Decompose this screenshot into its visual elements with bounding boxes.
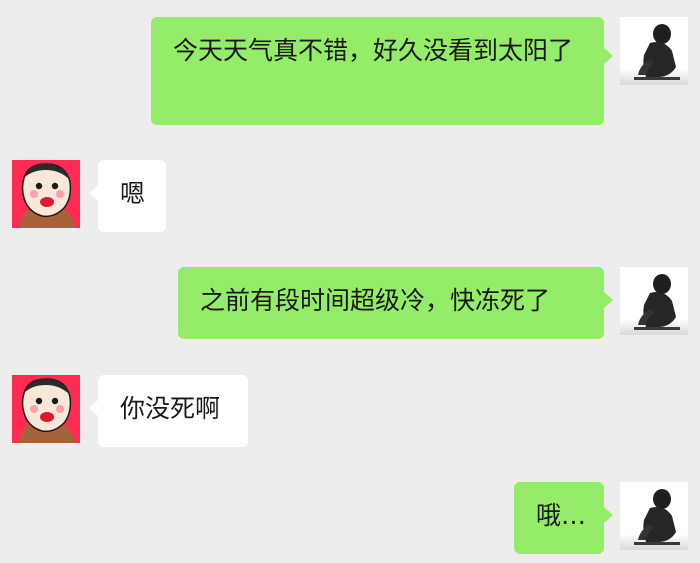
friend-avatar[interactable] <box>12 160 80 228</box>
message-bubble[interactable]: 今天天气真不错，好久没看到太阳了 <box>151 17 604 125</box>
message-text: 哦… <box>536 501 587 530</box>
bubble-tail <box>603 47 613 65</box>
silhouette-avatar-icon <box>620 17 688 85</box>
message-bubble[interactable]: 哦… <box>514 482 604 554</box>
cartoon-face-avatar-icon <box>12 375 80 443</box>
message-row-received: 你没死啊 <box>0 375 700 447</box>
my-avatar[interactable] <box>620 267 688 335</box>
message-row-sent: 今天天气真不错，好久没看到太阳了 <box>0 17 700 127</box>
message-row-sent: 哦… <box>0 482 700 554</box>
chat-area: 今天天气真不错，好久没看到太阳了 嗯 之前有段时间超级冷，快冻死了 你没死啊 哦… <box>0 0 700 563</box>
cartoon-face-avatar-icon <box>12 160 80 228</box>
message-bubble[interactable]: 嗯 <box>98 160 166 232</box>
message-row-sent: 之前有段时间超级冷，快冻死了 <box>0 267 700 339</box>
my-avatar[interactable] <box>620 17 688 85</box>
message-bubble[interactable]: 之前有段时间超级冷，快冻死了 <box>178 267 604 339</box>
bubble-tail <box>603 291 613 309</box>
friend-avatar[interactable] <box>12 375 80 443</box>
message-text: 你没死啊 <box>120 394 221 423</box>
bubble-tail <box>603 506 613 524</box>
message-text: 嗯 <box>120 179 146 208</box>
message-text: 今天天气真不错，好久没看到太阳了 <box>173 36 574 65</box>
message-bubble[interactable]: 你没死啊 <box>98 375 248 447</box>
silhouette-avatar-icon <box>620 482 688 550</box>
message-text: 之前有段时间超级冷，快冻死了 <box>200 286 551 315</box>
silhouette-avatar-icon <box>620 267 688 335</box>
my-avatar[interactable] <box>620 482 688 550</box>
message-row-received: 嗯 <box>0 160 700 232</box>
